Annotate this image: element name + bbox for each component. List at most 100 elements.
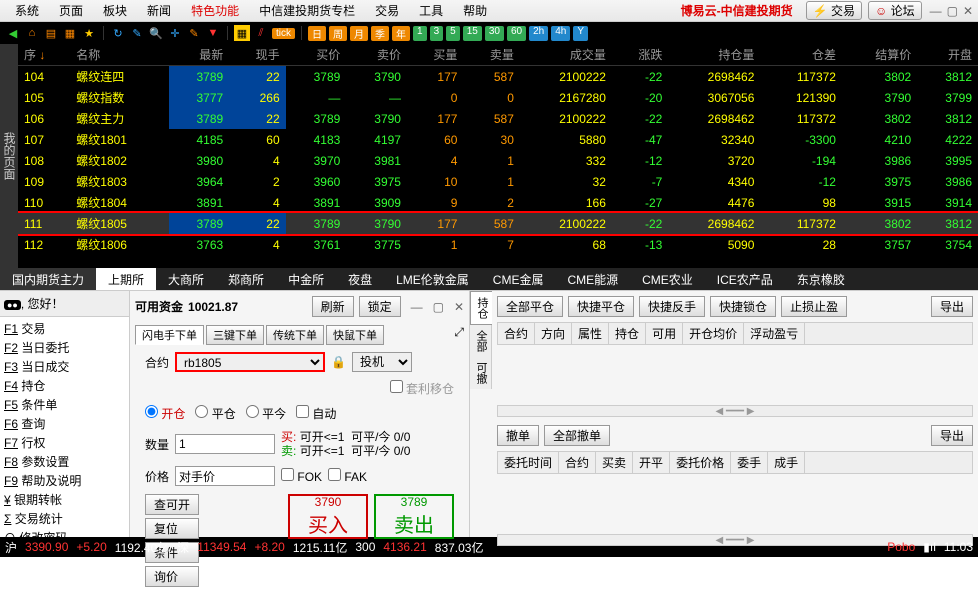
menu-feature[interactable]: 特色功能 <box>181 2 249 19</box>
period-2h[interactable]: 2h <box>529 26 548 41</box>
col-10[interactable]: 持仓量 <box>668 44 760 66</box>
menu-tools[interactable]: 工具 <box>409 2 453 19</box>
menu-help[interactable]: 帮助 <box>453 2 497 19</box>
lock-button[interactable]: 锁定 <box>359 296 401 317</box>
filter-icon[interactable]: ▼ <box>205 25 221 41</box>
period-4h[interactable]: 4h <box>551 26 570 41</box>
sidetab-mypage[interactable]: 我的页面 <box>1 49 18 263</box>
table-row[interactable]: 112螺纹180637634376137751768-1350902837573… <box>18 234 978 255</box>
panel-max-icon[interactable]: ▢ <box>433 300 444 314</box>
period-1[interactable]: 1 <box>413 26 427 41</box>
fn-F3[interactable]: F3 当日成交 <box>0 357 129 376</box>
vtab-cancel[interactable]: 可撤 <box>470 357 492 389</box>
col-2[interactable]: 最新 <box>169 44 230 66</box>
fn-F1[interactable]: F1 交易 <box>0 319 129 338</box>
period-3[interactable]: 3 <box>430 26 444 41</box>
ord-btn-0[interactable]: 撤单 <box>497 425 539 446</box>
order-tab-trad[interactable]: 传统下单 <box>266 325 324 345</box>
exchange-tab-2[interactable]: 大商所 <box>156 268 216 290</box>
fn-F2[interactable]: F2 当日委托 <box>0 338 129 357</box>
pos-btn-5[interactable]: 导出 <box>931 296 973 317</box>
tree-icon[interactable]: ▦ <box>62 25 78 41</box>
exchange-tab-8[interactable]: CME能源 <box>555 268 630 290</box>
table-row[interactable]: 111螺纹1805378922378937901775872100222-222… <box>18 213 978 234</box>
table-row[interactable]: 104螺纹连四378922378937901775872100222-22269… <box>18 66 978 88</box>
back-icon[interactable]: ◀ <box>5 25 21 41</box>
radio-close[interactable]: 平仓 <box>195 405 235 422</box>
fak-checkbox[interactable]: FAK <box>328 468 367 484</box>
refresh-button[interactable]: 刷新 <box>312 296 354 317</box>
col-1[interactable]: 名称 <box>70 44 168 66</box>
ord-btn-1[interactable]: 全部撤单 <box>544 425 610 446</box>
home-icon[interactable]: ⌂ <box>24 25 40 41</box>
hedge-select[interactable]: 投机 <box>352 352 412 372</box>
menu-news[interactable]: 新闻 <box>137 2 181 19</box>
arbitrage-checkbox[interactable]: 套利移仓 <box>390 380 454 397</box>
order-tab-mouse[interactable]: 快鼠下单 <box>326 325 384 345</box>
hscroll[interactable]: ◀ ━━━ ▶ <box>497 405 973 417</box>
radio-close-today[interactable]: 平今 <box>246 405 286 422</box>
col-3[interactable]: 现手 <box>229 44 285 66</box>
exchange-tab-3[interactable]: 郑商所 <box>216 268 276 290</box>
menu-citic[interactable]: 中信建投期货专栏 <box>249 2 365 19</box>
expand-icon[interactable]: ⤢ <box>454 325 464 345</box>
exchange-tab-0[interactable]: 国内期货主力 <box>0 268 96 290</box>
table-row[interactable]: 110螺纹1804389143891390992166-274476983915… <box>18 192 978 213</box>
check-open-button[interactable]: 查可开 <box>145 494 199 515</box>
menu-page[interactable]: 页面 <box>49 2 93 19</box>
col-5[interactable]: 卖价 <box>346 44 407 66</box>
exchange-tab-11[interactable]: 东京橡胶 <box>785 268 857 290</box>
pos-btn-3[interactable]: 快捷锁仓 <box>710 296 776 317</box>
fok-checkbox[interactable]: FOK <box>281 468 322 484</box>
price-input[interactable] <box>175 466 275 486</box>
period-15[interactable]: 15 <box>463 26 482 41</box>
radio-open[interactable]: 开仓 <box>145 405 185 422</box>
exchange-tab-9[interactable]: CME农业 <box>630 268 705 290</box>
minimize-icon[interactable]: — <box>930 4 942 18</box>
chart-icon[interactable]: ✎ <box>129 25 145 41</box>
exchange-tab-1[interactable]: 上期所 <box>96 268 156 290</box>
fn-F4[interactable]: F4 持仓 <box>0 376 129 395</box>
period-年[interactable]: 年 <box>392 26 410 41</box>
fn-Σ[interactable]: Σ 交易统计 <box>0 509 129 528</box>
col-13[interactable]: 开盘 <box>917 44 978 66</box>
period-日[interactable]: 日 <box>308 26 326 41</box>
exchange-tab-6[interactable]: LME伦敦金属 <box>384 268 481 290</box>
col-4[interactable]: 买价 <box>286 44 347 66</box>
contract-select[interactable]: rb1805 <box>175 352 325 372</box>
period-60[interactable]: 60 <box>507 26 526 41</box>
table-row[interactable]: 109螺纹1803396423960397510132-74340-123975… <box>18 171 978 192</box>
refresh-icon[interactable]: ↻ <box>110 25 126 41</box>
lock-icon[interactable]: 🔒 <box>331 355 346 369</box>
kline-icon[interactable]: ⫽ <box>253 25 269 41</box>
maximize-icon[interactable]: ▢ <box>947 4 958 18</box>
pos-btn-1[interactable]: 快捷平仓 <box>568 296 634 317</box>
period-季[interactable]: 季 <box>371 26 389 41</box>
col-8[interactable]: 成交量 <box>520 44 612 66</box>
exchange-tab-4[interactable]: 中金所 <box>276 268 336 290</box>
menu-block[interactable]: 板块 <box>93 2 137 19</box>
order-tab-3key[interactable]: 三键下单 <box>206 325 264 345</box>
table-icon[interactable]: ▦ <box>234 25 250 41</box>
fn-F9[interactable]: F9 帮助及说明 <box>0 471 129 490</box>
tick-pill[interactable]: tick <box>272 28 295 39</box>
period-30[interactable]: 30 <box>485 26 504 41</box>
buy-button[interactable]: 3790买入 <box>288 494 368 539</box>
list-icon[interactable]: ▤ <box>43 25 59 41</box>
pos-btn-0[interactable]: 全部平仓 <box>497 296 563 317</box>
vtab-all[interactable]: 全部 <box>470 325 492 357</box>
period-5[interactable]: 5 <box>446 26 460 41</box>
draw-icon[interactable]: ✎ <box>186 25 202 41</box>
ord-btn-2[interactable]: 导出 <box>931 425 973 446</box>
star-icon[interactable]: ★ <box>81 25 97 41</box>
trade-launch-button[interactable]: ⚡ 交易 <box>806 1 862 20</box>
fn-F5[interactable]: F5 条件单 <box>0 395 129 414</box>
fn-F6[interactable]: F6 查询 <box>0 414 129 433</box>
forum-button[interactable]: ☺ 论坛 <box>868 1 922 20</box>
col-12[interactable]: 结算价 <box>842 44 917 66</box>
table-row[interactable]: 108螺纹1802398043970398141332-123720-19439… <box>18 150 978 171</box>
menu-sys[interactable]: 系统 <box>5 2 49 19</box>
pos-btn-2[interactable]: 快捷反手 <box>639 296 705 317</box>
order-tab-flash[interactable]: 闪电手下单 <box>135 325 204 345</box>
cursor-icon[interactable]: ✛ <box>167 25 183 41</box>
